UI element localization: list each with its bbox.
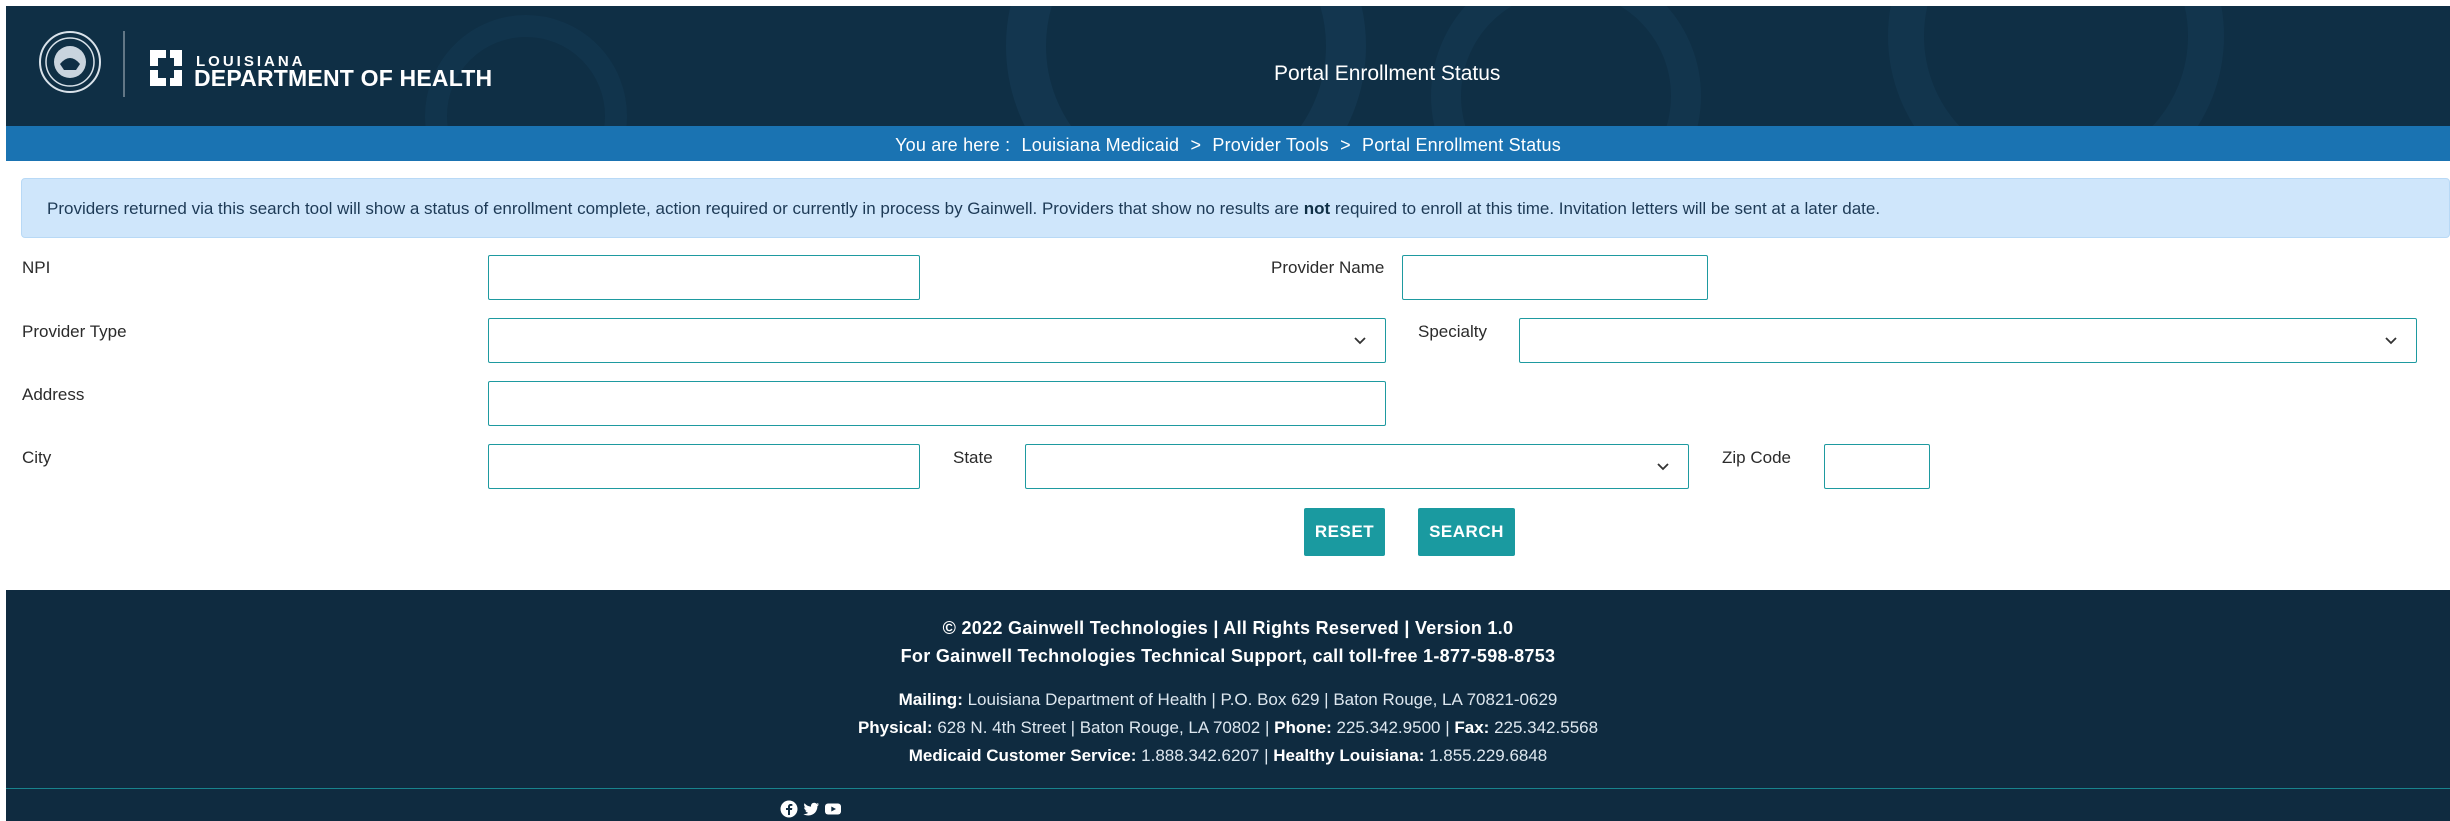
alert-text-part: required to enroll at this time. Invitat… bbox=[1330, 199, 1881, 218]
medicaid-customer-service-value: 1.888.342.6207 | bbox=[1141, 746, 1269, 765]
footer-mailing: Mailing: Louisiana Department of Health … bbox=[6, 690, 2450, 710]
phone-label: Phone: bbox=[1274, 718, 1332, 737]
search-button[interactable]: SEARCH bbox=[1418, 508, 1515, 556]
breadcrumb-bar: You are here : Louisiana Medicaid > Prov… bbox=[6, 126, 2450, 161]
footer-divider bbox=[6, 788, 2450, 789]
breadcrumb: You are here : Louisiana Medicaid > Prov… bbox=[6, 135, 2450, 156]
footer-customer-service: Medicaid Customer Service: 1.888.342.620… bbox=[6, 746, 2450, 766]
breadcrumb-separator: > bbox=[1340, 135, 1351, 155]
footer-copyright: © 2022 Gainwell Technologies | All Right… bbox=[942, 618, 1514, 638]
zip-code-label: Zip Code bbox=[1722, 448, 1791, 467]
zip-code-input[interactable] bbox=[1824, 444, 1930, 489]
provider-type-label: Provider Type bbox=[22, 322, 127, 341]
breadcrumb-item-louisiana-medicaid[interactable]: Louisiana Medicaid bbox=[1022, 135, 1180, 155]
twitter-icon[interactable] bbox=[802, 800, 820, 818]
alert-text-bold: not bbox=[1303, 199, 1331, 218]
footer-physical: Physical: 628 N. 4th Street | Baton Roug… bbox=[6, 718, 2450, 738]
chevron-down-icon bbox=[1657, 463, 1669, 471]
page: LOUISIANA DEPARTMENT OF HEALTH Portal En… bbox=[6, 6, 2450, 821]
logo-divider bbox=[123, 31, 125, 97]
provider-name-label: Provider Name bbox=[1271, 258, 1385, 277]
city-input[interactable] bbox=[488, 444, 920, 489]
phone-value: 225.342.9500 | bbox=[1336, 718, 1450, 737]
chevron-down-icon bbox=[1354, 337, 1366, 345]
state-label: State bbox=[953, 448, 993, 467]
npi-label: NPI bbox=[22, 258, 51, 277]
medicaid-customer-service-label: Medicaid Customer Service: bbox=[908, 746, 1137, 765]
alert-text-part: Providers returned via this search tool … bbox=[47, 199, 1304, 218]
npi-input[interactable] bbox=[488, 255, 920, 300]
site-header: LOUISIANA DEPARTMENT OF HEALTH Portal En… bbox=[6, 6, 2450, 126]
breadcrumb-item-portal-enrollment-status: Portal Enrollment Status bbox=[1362, 135, 1561, 155]
address-label: Address bbox=[22, 385, 85, 404]
site-footer: © 2022 Gainwell Technologies | All Right… bbox=[6, 590, 2450, 821]
info-alert-text: Providers returned via this search tool … bbox=[47, 199, 1880, 219]
mailing-label: Mailing: bbox=[898, 690, 963, 709]
fax-value: 225.342.5568 bbox=[1494, 718, 1599, 737]
physical-value: 628 N. 4th Street | Baton Rouge, LA 7080… bbox=[937, 718, 1270, 737]
reset-button[interactable]: RESET bbox=[1304, 508, 1385, 556]
address-input[interactable] bbox=[488, 381, 1386, 426]
youtube-icon[interactable] bbox=[824, 800, 842, 818]
facebook-icon[interactable] bbox=[780, 800, 798, 818]
provider-type-select[interactable] bbox=[488, 318, 1386, 363]
physical-label: Physical: bbox=[857, 718, 933, 737]
specialty-select[interactable] bbox=[1519, 318, 2417, 363]
healthy-louisiana-label: Healthy Louisiana: bbox=[1273, 746, 1425, 765]
specialty-label: Specialty bbox=[1418, 322, 1487, 341]
info-alert: Providers returned via this search tool … bbox=[21, 178, 2450, 238]
state-select[interactable] bbox=[1025, 444, 1689, 489]
page-title: Portal Enrollment Status bbox=[1274, 62, 1501, 85]
healthy-louisiana-value: 1.855.229.6848 bbox=[1429, 746, 1548, 765]
breadcrumb-separator: > bbox=[1190, 135, 1202, 155]
fax-label: Fax: bbox=[1454, 718, 1490, 737]
city-label: City bbox=[22, 448, 52, 467]
department-of-health-logo-icon bbox=[150, 50, 182, 86]
chevron-down-icon bbox=[2385, 337, 2397, 345]
provider-name-input[interactable] bbox=[1402, 255, 1708, 300]
social-links bbox=[780, 800, 842, 820]
mailing-value: Louisiana Department of Health | P.O. Bo… bbox=[967, 690, 1558, 709]
breadcrumb-prefix: You are here : bbox=[895, 135, 1011, 155]
breadcrumb-item-provider-tools[interactable]: Provider Tools bbox=[1212, 135, 1329, 155]
louisiana-seal-icon bbox=[39, 31, 101, 93]
footer-support: For Gainwell Technologies Technical Supp… bbox=[900, 646, 1556, 666]
logo-department-name: DEPARTMENT OF HEALTH bbox=[194, 65, 493, 91]
